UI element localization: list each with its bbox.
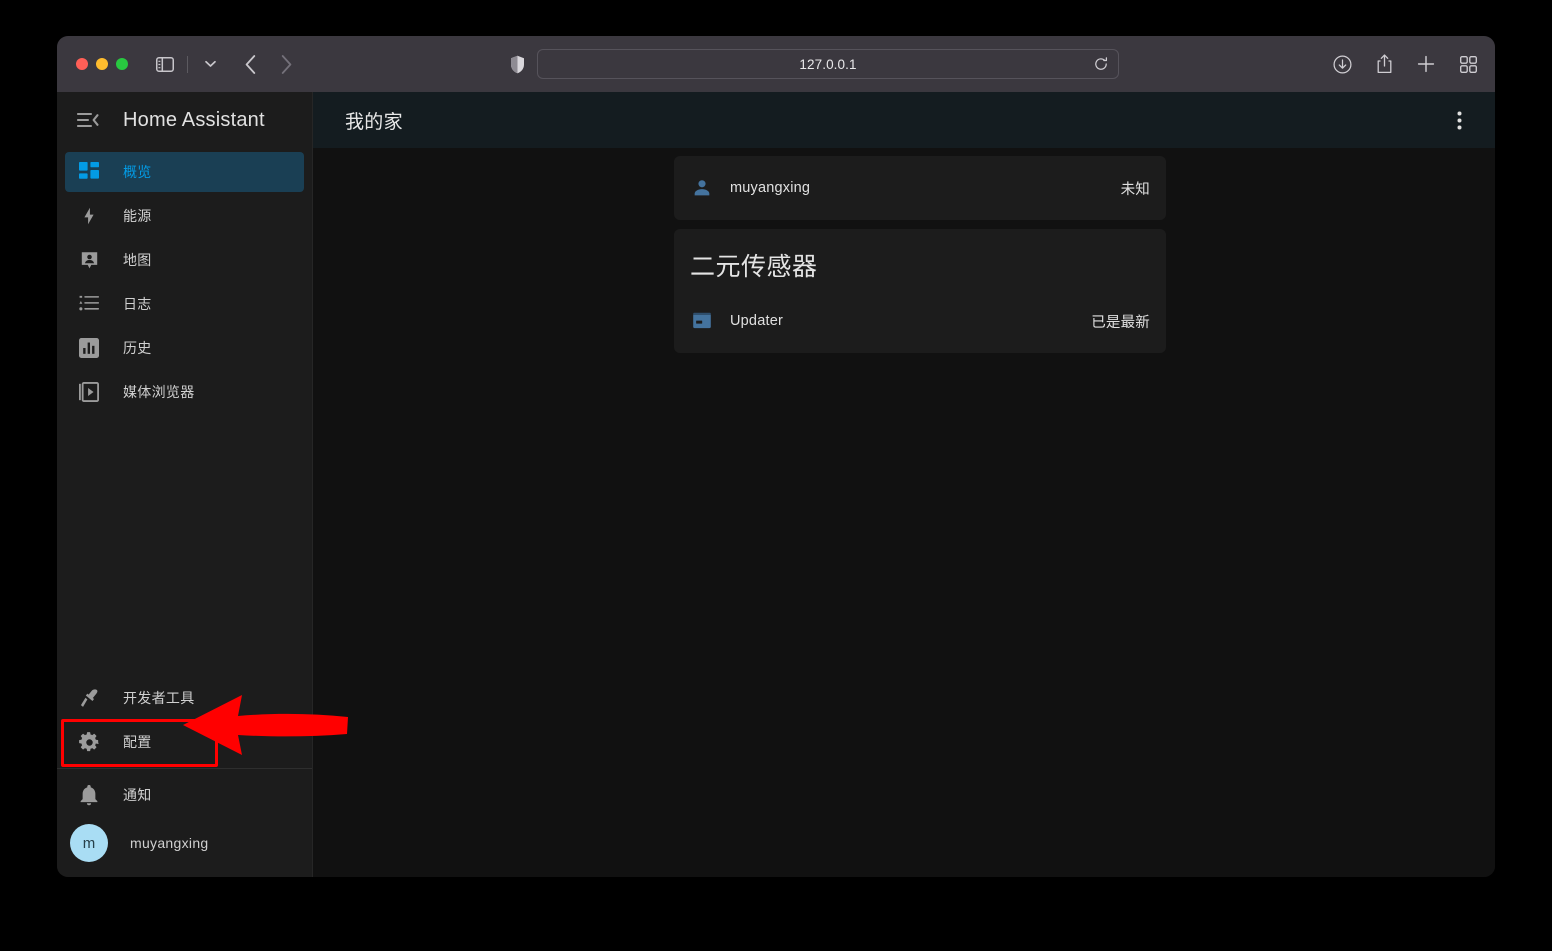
address-bar[interactable]: 127.0.0.1 xyxy=(537,49,1119,79)
navigation-buttons xyxy=(237,50,299,78)
entities-card: muyangxing 未知 xyxy=(674,156,1166,220)
lightning-bolt-icon xyxy=(77,204,101,228)
config-item-wrapper: 配置 xyxy=(57,719,312,767)
entity-state[interactable]: 已是最新 xyxy=(1091,311,1150,332)
bell-icon xyxy=(77,783,101,807)
tab-overview-icon[interactable] xyxy=(1457,52,1479,76)
maximize-window-button[interactable] xyxy=(116,58,128,70)
dots-vertical-icon[interactable] xyxy=(1441,102,1477,138)
sidebar-item-label: 开发者工具 xyxy=(123,690,195,706)
sidebar-item-media-browser[interactable]: 媒体浏览器 xyxy=(65,372,304,412)
entity-row[interactable]: muyangxing 未知 xyxy=(674,168,1166,208)
browser-window: 127.0.0.1 Home Assistant 概览 能源 地图 日志 历史 … xyxy=(57,36,1495,877)
menu-open-icon[interactable] xyxy=(71,103,105,137)
sidebar-item-label: 概览 xyxy=(123,164,152,180)
cog-icon xyxy=(77,730,101,754)
shield-icon[interactable] xyxy=(507,53,527,75)
sidebar-item-energy[interactable]: 能源 xyxy=(65,196,304,236)
sidebar-controls xyxy=(150,50,225,78)
dashboard-content: muyangxing 未知 二元传感器 Updater 已是最新 xyxy=(313,148,1495,877)
share-icon[interactable] xyxy=(1373,52,1395,76)
page-title: 我的家 xyxy=(345,111,403,133)
chevron-right-icon[interactable] xyxy=(273,50,299,78)
format-list-icon xyxy=(77,292,101,316)
entity-name: Updater xyxy=(730,313,783,329)
sidebar-item-history[interactable]: 历史 xyxy=(65,328,304,368)
new-tab-icon[interactable] xyxy=(1415,52,1437,76)
sidebar-item-notifications[interactable]: 通知 xyxy=(65,775,304,815)
hammer-icon xyxy=(77,686,101,710)
sidebar-item-developer-tools[interactable]: 开发者工具 xyxy=(65,678,304,718)
entity-name: muyangxing xyxy=(730,180,811,196)
play-box-icon xyxy=(77,380,101,404)
entity-state[interactable]: 未知 xyxy=(1121,178,1150,199)
sidebar-item-label: 配置 xyxy=(123,734,152,750)
sidebar-icon[interactable] xyxy=(150,50,180,78)
sidebar-navigation: 概览 能源 地图 日志 历史 媒体浏览器 xyxy=(57,148,312,416)
minimize-window-button[interactable] xyxy=(96,58,108,70)
sidebar-item-label: 历史 xyxy=(123,340,152,356)
sidebar-header: Home Assistant xyxy=(57,92,312,148)
address-area: 127.0.0.1 xyxy=(507,36,1119,92)
sidebar-item-overview[interactable]: 概览 xyxy=(65,152,304,192)
toolbar-right-buttons xyxy=(1331,36,1479,92)
sidebar-item-label: 通知 xyxy=(123,787,152,803)
downloads-icon[interactable] xyxy=(1331,52,1353,76)
address-text: 127.0.0.1 xyxy=(799,56,857,72)
reload-icon[interactable] xyxy=(1093,56,1109,72)
close-window-button[interactable] xyxy=(76,58,88,70)
sidebar-item-label: 能源 xyxy=(123,208,152,224)
sidebar-divider xyxy=(57,768,312,769)
entities-card: 二元传感器 Updater 已是最新 xyxy=(674,229,1166,353)
sidebar-item-label: 日志 xyxy=(123,296,152,312)
window-controls xyxy=(76,58,128,70)
card-title: 二元传感器 xyxy=(690,253,818,281)
app-title: Home Assistant xyxy=(123,108,265,131)
main-area: 我的家 muyangxing 未知 二元传感器 Updater 已是最新 xyxy=(313,92,1495,877)
view-dashboard-icon xyxy=(77,160,101,184)
sidebar-item-map[interactable]: 地图 xyxy=(65,240,304,280)
view-toolbar: 我的家 xyxy=(313,92,1495,148)
sidebar-bottom-group: 开发者工具 配置 通知 m muyangxing xyxy=(57,674,312,877)
sidebar: Home Assistant 概览 能源 地图 日志 历史 媒体浏览器 开发者工… xyxy=(57,92,313,877)
home-assistant-app: Home Assistant 概览 能源 地图 日志 历史 媒体浏览器 开发者工… xyxy=(57,92,1495,877)
chevron-down-icon[interactable] xyxy=(195,50,225,78)
entity-row[interactable]: Updater 已是最新 xyxy=(674,301,1166,341)
account-badge-icon xyxy=(77,248,101,272)
sidebar-item-logbook[interactable]: 日志 xyxy=(65,284,304,324)
browser-toolbar: 127.0.0.1 xyxy=(57,36,1495,92)
sidebar-item-user-profile[interactable]: m muyangxing xyxy=(65,819,304,867)
package-icon xyxy=(690,309,714,333)
account-icon xyxy=(690,176,714,200)
toolbar-divider xyxy=(187,55,188,73)
cards-column: muyangxing 未知 二元传感器 Updater 已是最新 xyxy=(674,156,1166,877)
chevron-left-icon[interactable] xyxy=(237,50,263,78)
sidebar-item-configuration[interactable]: 配置 xyxy=(65,722,304,762)
user-name: muyangxing xyxy=(130,835,209,851)
avatar: m xyxy=(70,824,108,862)
sidebar-item-label: 地图 xyxy=(123,252,152,268)
chart-box-icon xyxy=(77,336,101,360)
sidebar-item-label: 媒体浏览器 xyxy=(123,384,195,400)
